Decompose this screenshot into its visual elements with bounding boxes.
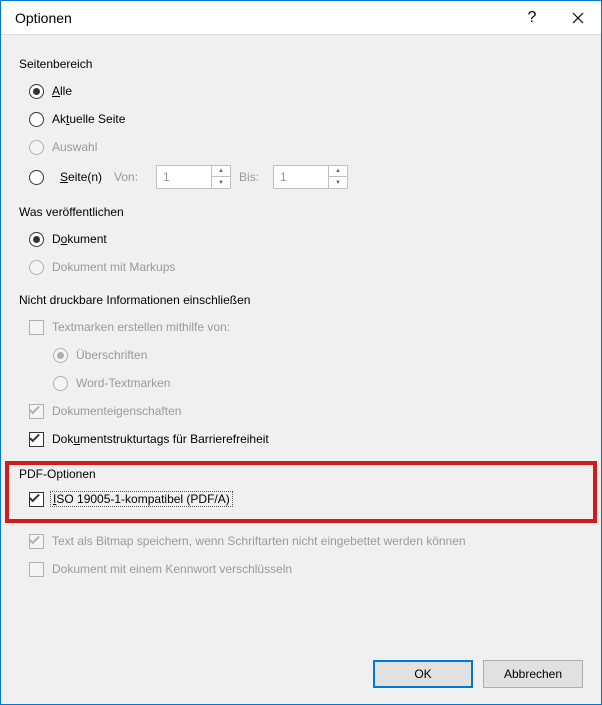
checkbox-icon	[29, 534, 44, 549]
dialog-title: Optionen	[15, 10, 72, 26]
radio-publish-document[interactable]: Dokument	[19, 225, 583, 253]
chevron-down-icon[interactable]: ▼	[329, 177, 347, 188]
to-label: Bis:	[239, 170, 265, 184]
radio-label: Alle	[52, 84, 72, 98]
checkbox-icon	[29, 432, 44, 447]
check-bitmap-text: Text als Bitmap speichern, wenn Schrifta…	[19, 527, 583, 555]
dialog-footer: OK Abbrechen	[1, 648, 601, 704]
pdf-options-highlight: PDF-Optionen ISO 19005-1-kompatibel (PDF…	[5, 461, 597, 523]
radio-icon	[29, 112, 44, 127]
to-spinner[interactable]: ▲ ▼	[273, 165, 348, 189]
radio-range-all[interactable]: Alle	[19, 77, 583, 105]
radio-range-pages[interactable]	[29, 170, 44, 185]
radio-icon	[53, 376, 68, 391]
radio-publish-markups: Dokument mit Markups	[19, 253, 583, 281]
check-label: ISO 19005-1-kompatibel (PDF/A)	[50, 491, 233, 507]
to-input[interactable]	[274, 166, 328, 188]
radio-label: Aktuelle Seite	[52, 112, 125, 126]
check-label: Text als Bitmap speichern, wenn Schrifta…	[52, 534, 466, 548]
radio-icon	[29, 232, 44, 247]
radio-bookmarks-headings: Überschriften	[19, 341, 583, 369]
check-docprops: Dokumenteigenschaften	[19, 397, 583, 425]
from-spinner[interactable]: ▲ ▼	[156, 165, 231, 189]
check-bookmarks: Textmarken erstellen mithilfe von:	[19, 313, 583, 341]
group-label-nonprint: Nicht druckbare Informationen einschließ…	[19, 293, 583, 307]
options-dialog: Optionen ? Seitenbereich Alle Aktuelle S…	[0, 0, 602, 705]
group-label-publish: Was veröffentlichen	[19, 205, 583, 219]
group-label-range: Seitenbereich	[19, 57, 583, 71]
check-label: Dokumenteigenschaften	[52, 404, 181, 418]
cancel-button[interactable]: Abbrechen	[483, 660, 583, 688]
close-icon	[572, 12, 584, 24]
dialog-body: Seitenbereich Alle Aktuelle Seite Auswah…	[1, 35, 601, 648]
checkbox-icon	[29, 562, 44, 577]
from-input[interactable]	[157, 166, 211, 188]
chevron-up-icon[interactable]: ▲	[212, 166, 230, 177]
radio-range-selection: Auswahl	[19, 133, 583, 161]
check-iso-pdfa[interactable]: ISO 19005-1-kompatibel (PDF/A)	[19, 485, 583, 513]
radio-label: Überschriften	[76, 348, 147, 362]
checkbox-icon	[29, 492, 44, 507]
radio-label: Dokument	[52, 232, 107, 246]
radio-bookmarks-word: Word-Textmarken	[19, 369, 583, 397]
titlebar: Optionen ?	[1, 1, 601, 35]
chevron-up-icon[interactable]: ▲	[329, 166, 347, 177]
check-label: Dokumentstrukturtags für Barrierefreihei…	[52, 432, 269, 446]
help-icon: ?	[528, 9, 537, 27]
radio-range-current[interactable]: Aktuelle Seite	[19, 105, 583, 133]
check-encrypt: Dokument mit einem Kennwort verschlüssel…	[19, 555, 583, 583]
chevron-down-icon[interactable]: ▼	[212, 177, 230, 188]
radio-icon	[29, 260, 44, 275]
check-label: Dokument mit einem Kennwort verschlüssel…	[52, 562, 292, 576]
checkbox-icon	[29, 404, 44, 419]
checkbox-icon	[29, 320, 44, 335]
check-label: Textmarken erstellen mithilfe von:	[52, 320, 230, 334]
radio-range-pages-row: Seite(n) Von: ▲ ▼ Bis: ▲ ▼	[19, 161, 583, 193]
help-button[interactable]: ?	[509, 1, 555, 35]
radio-label: Dokument mit Markups	[52, 260, 175, 274]
radio-icon	[29, 140, 44, 155]
check-structtags[interactable]: Dokumentstrukturtags für Barrierefreihei…	[19, 425, 583, 453]
radio-icon	[53, 348, 68, 363]
from-label: Von:	[114, 170, 148, 184]
radio-label: Auswahl	[52, 140, 97, 154]
close-button[interactable]	[555, 1, 601, 35]
ok-button[interactable]: OK	[373, 660, 473, 688]
radio-icon	[29, 84, 44, 99]
group-label-pdfopts: PDF-Optionen	[19, 467, 583, 481]
radio-label: Word-Textmarken	[76, 376, 170, 390]
radio-label: Seite(n)	[60, 170, 102, 184]
